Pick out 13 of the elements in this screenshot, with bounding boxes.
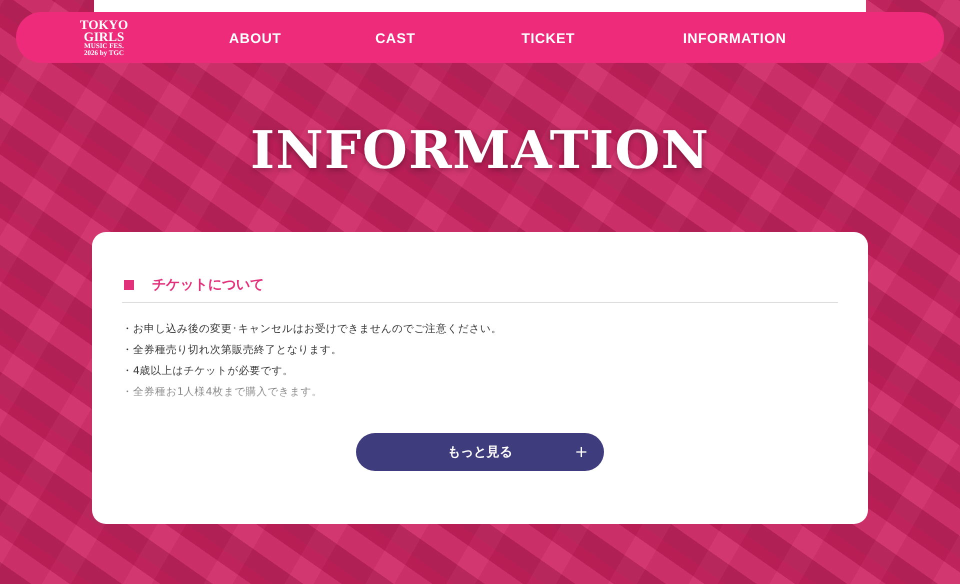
page-title: INFORMATION bbox=[249, 119, 711, 183]
square-bullet-icon bbox=[124, 280, 134, 290]
plus-icon: + bbox=[574, 442, 588, 461]
nav-link[interactable]: CAST bbox=[375, 26, 416, 50]
nav-link[interactable]: INFORMATION bbox=[682, 26, 786, 50]
nav-link[interactable]: ABOUT bbox=[229, 26, 282, 50]
more-button[interactable]: もっと見る + bbox=[356, 433, 604, 471]
section-heading: チケットについて bbox=[152, 276, 264, 294]
notice-text: ・4歳以上はチケットが必要です。 bbox=[122, 364, 295, 379]
notice-text: ・全券種お1人様4枚まで購入できます。 bbox=[122, 385, 324, 400]
nav-link[interactable]: TICKET bbox=[521, 26, 575, 50]
notice-text: ・全券種売り切れ次第販売終了となります。 bbox=[122, 343, 343, 358]
notice-text: ・お申し込み後の変更･キャンセルはお受けできませんのでご注意ください。 bbox=[122, 322, 503, 337]
